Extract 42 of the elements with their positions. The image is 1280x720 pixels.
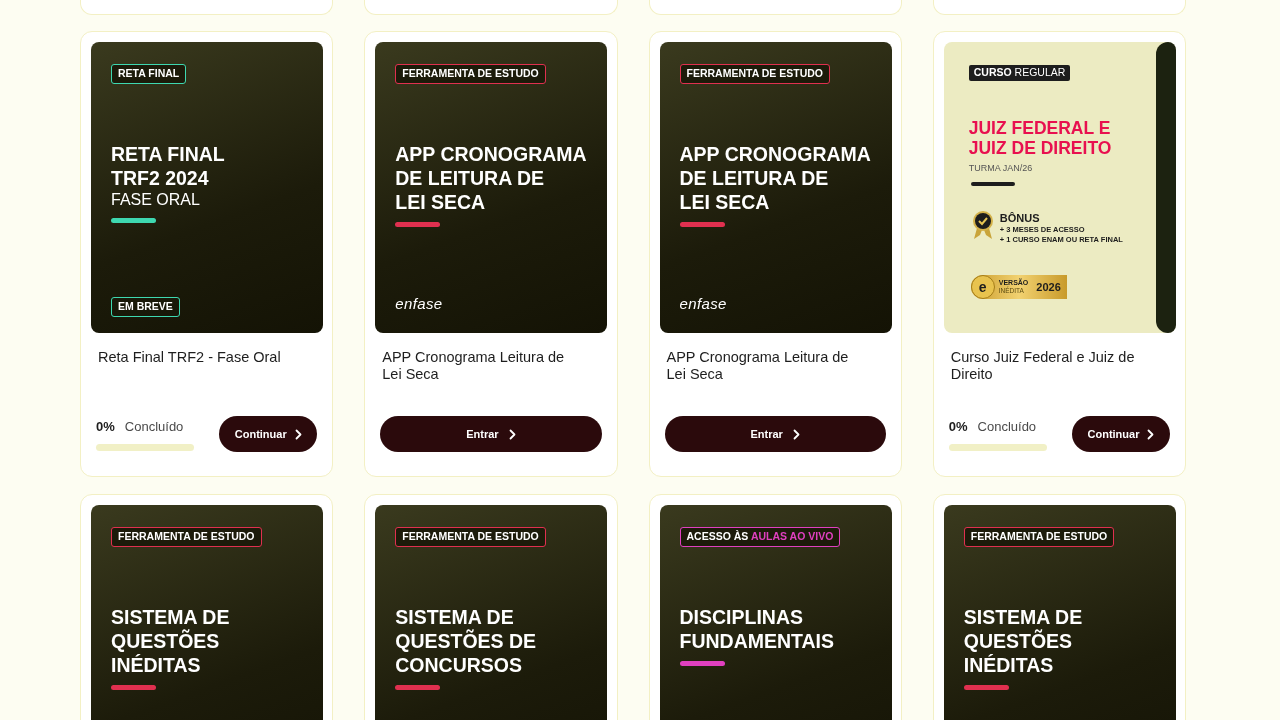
- banner-headline: SISTEMA DE QUESTÕES DE CONCURSOS: [395, 605, 538, 677]
- chevron-right-icon: [792, 428, 800, 440]
- course-title: Curso Juiz Federal e Juiz de Direito: [949, 349, 1136, 384]
- banner-headline: APP CRONOGRAMA DE LEITURA DE LEI SECA: [395, 142, 588, 214]
- course-title: APP Cronograma Leitura de Lei Seca: [665, 349, 850, 384]
- seal-year: 2026: [1036, 279, 1061, 295]
- banner-headline: SISTEMA DE QUESTÕES INÉDITAS: [111, 605, 231, 677]
- course-title: APP Cronograma Leitura de Lei Seca: [381, 349, 566, 384]
- banner-subtitle: FASE ORAL: [111, 190, 201, 210]
- banner-tag: CURSO REGULAR: [968, 65, 1071, 81]
- brand-logo: enfase: [395, 293, 443, 314]
- seal-mark: e: [970, 275, 995, 299]
- progress-label: Concluído: [977, 417, 1037, 436]
- continue-button[interactable]: Continuar: [219, 416, 318, 452]
- brand-logo: enfase: [679, 293, 727, 314]
- enter-button[interactable]: Entrar: [664, 416, 886, 452]
- banner-headline: RETA FINAL TRF2 2024: [111, 142, 226, 190]
- banner-headline: APP CRONOGRAMA DE LEITURA DE LEI SECA: [679, 142, 872, 214]
- continue-button[interactable]: Continuar: [1072, 416, 1170, 452]
- medal-icon: [971, 210, 994, 240]
- course-title: Reta Final TRF2 - Fase Oral: [97, 349, 282, 367]
- banner-tag: RETA FINAL: [111, 64, 187, 84]
- progress-percent: 0%: [96, 417, 115, 436]
- progress-label: Concluído: [124, 417, 184, 436]
- banner-tag: FERRAMENTA DE ESTUDO: [395, 527, 546, 547]
- bonus-title: BÔNUS: [999, 212, 1040, 224]
- accent-bar: [970, 182, 1015, 186]
- banner-tag: ACESSO ÀS AULAS AO VIVO: [679, 527, 841, 547]
- banner-headline: SISTEMA DE QUESTÕES INÉDITAS: [963, 605, 1084, 677]
- banner-tag: FERRAMENTA DE ESTUDO: [395, 64, 546, 84]
- banner-tag: FERRAMENTA DE ESTUDO: [679, 64, 830, 84]
- progress-percent: 0%: [948, 417, 968, 436]
- banner-headline: DISCIPLINAS FUNDAMENTAIS: [679, 605, 836, 653]
- banner-headline: JUIZ FEDERAL E JUIZ DE DIREITO: [968, 118, 1112, 158]
- banner-subtitle: TURMA JAN/26: [968, 162, 1033, 175]
- chevron-right-icon: [1147, 428, 1155, 440]
- chevron-right-icon: [294, 428, 302, 440]
- banner-tag: EM BREVE: [111, 297, 180, 317]
- enter-button[interactable]: Entrar: [380, 416, 602, 452]
- banner-tag: FERRAMENTA DE ESTUDO: [111, 527, 262, 547]
- chevron-right-icon: [508, 428, 516, 440]
- banner-tag: FERRAMENTA DE ESTUDO: [963, 527, 1115, 547]
